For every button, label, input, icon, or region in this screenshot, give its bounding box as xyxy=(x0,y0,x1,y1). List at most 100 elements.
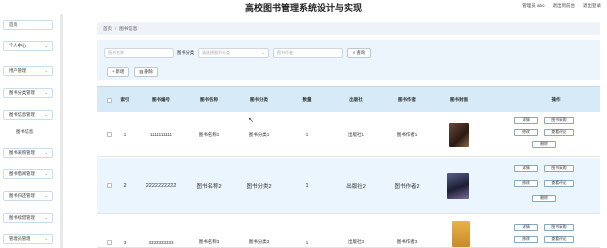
breadcrumb: 首页 / 图书信息 xyxy=(97,22,600,35)
review-button[interactable]: 查看评论 xyxy=(544,129,574,136)
sidebar-item-book-borrow[interactable]: 图书借阅管理 ⌄ xyxy=(3,169,53,179)
row-actions: 详情 图书采购 修改 查看评论 删除 xyxy=(512,158,600,213)
sidebar-item-book-renew[interactable]: 图书续借管理 ⌄ xyxy=(3,213,53,223)
category-select-value: 请选择图书分类 xyxy=(202,50,230,55)
sidebar-item-home[interactable]: 首页 xyxy=(3,20,53,30)
table-row: 2 2222222222 图书名称2 图书分类2 1 出版社2 图书作者2 详情… xyxy=(97,158,600,214)
chevron-down-icon: ⌄ xyxy=(44,236,48,241)
chevron-down-icon: ⌄ xyxy=(261,50,265,55)
col-actions: 操作 xyxy=(551,97,561,102)
col-category[interactable]: 图书分类 xyxy=(237,87,281,113)
row-quantity: 1 xyxy=(305,240,309,245)
edit-button[interactable]: 修改 xyxy=(514,236,538,243)
col-name[interactable]: 图书名称 xyxy=(187,87,231,113)
sidebar-item-admin[interactable]: 管理员管理 ⌄ xyxy=(3,234,53,244)
sidebar-scrollbar[interactable] xyxy=(60,14,63,248)
top-bar: 高校图书管理系统设计与实现 管理员 abo 退出到前台 退出登录 xyxy=(0,0,607,14)
book-cover-image xyxy=(449,122,469,147)
sidebar-item-users[interactable]: 用户管理 ⌄ xyxy=(3,66,53,76)
sidebar-item-book-info[interactable]: 图书信息管理 ⌄ xyxy=(3,110,53,120)
book-table: 索引 图书编号 图书名称 图书分类 数量 出版社 图书作者 图书封面 操作 1 … xyxy=(97,86,600,248)
row-index: 3 xyxy=(123,240,127,245)
row-publisher: 出版社2 xyxy=(346,183,366,190)
row-checkbox[interactable] xyxy=(103,215,115,247)
col-index[interactable]: 索引 xyxy=(117,87,133,113)
book-cover-image xyxy=(447,172,469,199)
row-author: 图书作者3 xyxy=(396,239,418,244)
row-quantity: 1 xyxy=(305,182,309,189)
purchase-button[interactable]: 图书采购 xyxy=(544,165,574,172)
mouse-cursor-icon: ↖ xyxy=(248,117,254,124)
row-index: 1 xyxy=(123,132,127,137)
sidebar-item-book-return[interactable]: 图书归还管理 ⌄ xyxy=(3,191,53,201)
sidebar-item-label: 首页 xyxy=(9,22,18,27)
chevron-down-icon: ⌄ xyxy=(44,193,48,198)
sidebar-item-label: 图书续借管理 xyxy=(9,215,35,220)
book-name-input[interactable]: 图书名称 xyxy=(104,48,174,58)
add-button[interactable]: + 新增 xyxy=(107,67,129,77)
trash-icon: ▥ xyxy=(139,69,144,74)
search-panel: 图书名称 图书分类 请选择图书分类 ⌄ 图书作者 ⌕ 查询 + 新增 ▥ 删除 xyxy=(97,40,600,80)
detail-button[interactable]: 详情 xyxy=(514,117,538,124)
sidebar-item-label: 图书分类管理 xyxy=(9,90,35,95)
chevron-down-icon: ⌄ xyxy=(44,215,48,220)
breadcrumb-separator: / xyxy=(115,26,117,31)
row-category: 图书分类2 xyxy=(246,183,272,190)
row-code: 2222222222 xyxy=(145,182,177,189)
review-button[interactable]: 查看评论 xyxy=(544,180,574,187)
chevron-down-icon: ⌄ xyxy=(44,112,48,117)
search-button[interactable]: ⌕ 查询 xyxy=(347,48,371,58)
sidebar-item-profile[interactable]: 个人中心 ⌄ xyxy=(3,41,53,51)
row-index: 2 xyxy=(123,182,127,189)
row-actions: 详情 图书采购 修改 查看评论 删除 xyxy=(512,113,600,156)
table-row: 1 1111111111 图书名称1 图书分类1 1 出版社1 图书作者1 详情… xyxy=(97,113,600,157)
purchase-button[interactable]: 图书采购 xyxy=(544,224,574,231)
col-code[interactable]: 图书编号 xyxy=(135,87,187,113)
purchase-button[interactable]: 图书采购 xyxy=(544,117,574,124)
system-title: 高校图书管理系统设计与实现 xyxy=(244,3,362,13)
row-category: 图书分类1 xyxy=(248,131,270,137)
delete-button-label: 删除 xyxy=(144,69,153,74)
row-actions: 详情 图书采购 修改 查看评论 xyxy=(512,215,600,247)
breadcrumb-home[interactable]: 首页 xyxy=(103,26,112,31)
exit-to-frontend-link[interactable]: 退出到前台 xyxy=(553,3,576,9)
row-name: 图书名称2 xyxy=(196,183,222,190)
admin-user-link[interactable]: 管理员 abo xyxy=(522,3,544,9)
col-quantity[interactable]: 数量 xyxy=(287,87,327,113)
col-author[interactable]: 图书作者 xyxy=(383,87,431,113)
sidebar-subitem-book-info[interactable]: 图书信息 xyxy=(16,129,33,135)
book-cover-image xyxy=(452,221,470,247)
edit-button[interactable]: 修改 xyxy=(514,129,538,136)
row-name: 图书名称3 xyxy=(198,239,220,244)
sidebar-item-book-purchase[interactable]: 图书采购管理 ⌄ xyxy=(3,148,53,158)
row-delete-button[interactable]: 删除 xyxy=(532,141,556,148)
table-row: 3 3333333333 图书名称3 图书分类3 1 出版社3 图书作者3 详情… xyxy=(97,215,600,248)
row-checkbox[interactable] xyxy=(103,113,115,156)
row-code: 3333333333 xyxy=(148,240,174,245)
review-button[interactable]: 查看评论 xyxy=(544,236,574,243)
row-code: 1111111111 xyxy=(149,132,173,137)
author-input[interactable]: 图书作者 xyxy=(273,48,343,58)
select-all-checkbox[interactable] xyxy=(103,87,115,113)
row-delete-button[interactable]: 删除 xyxy=(532,195,556,202)
top-links: 管理员 abo 退出到前台 退出登录 xyxy=(522,3,601,9)
row-name: 图书名称1 xyxy=(198,131,220,137)
row-category: 图书分类3 xyxy=(248,239,270,244)
chevron-down-icon: ⌄ xyxy=(44,68,48,73)
sidebar-item-label: 管理员管理 xyxy=(9,236,31,241)
row-author: 图书作者1 xyxy=(396,131,418,137)
row-author: 图书作者2 xyxy=(394,183,420,190)
col-publisher[interactable]: 出版社 xyxy=(334,87,378,113)
chevron-down-icon: ⌄ xyxy=(44,150,48,155)
logout-link[interactable]: 退出登录 xyxy=(583,3,601,9)
detail-button[interactable]: 详情 xyxy=(514,224,538,231)
row-checkbox[interactable] xyxy=(103,158,115,213)
search-icon: ⌕ xyxy=(352,50,356,55)
sidebar-item-book-category[interactable]: 图书分类管理 ⌄ xyxy=(3,88,53,98)
sidebar-item-label: 用户管理 xyxy=(9,68,27,73)
delete-button[interactable]: ▥ 删除 xyxy=(134,67,158,77)
edit-button[interactable]: 修改 xyxy=(514,180,538,187)
detail-button[interactable]: 详情 xyxy=(514,165,538,172)
col-cover: 图书封面 xyxy=(450,97,468,102)
category-select[interactable]: 请选择图书分类 ⌄ xyxy=(198,48,269,58)
